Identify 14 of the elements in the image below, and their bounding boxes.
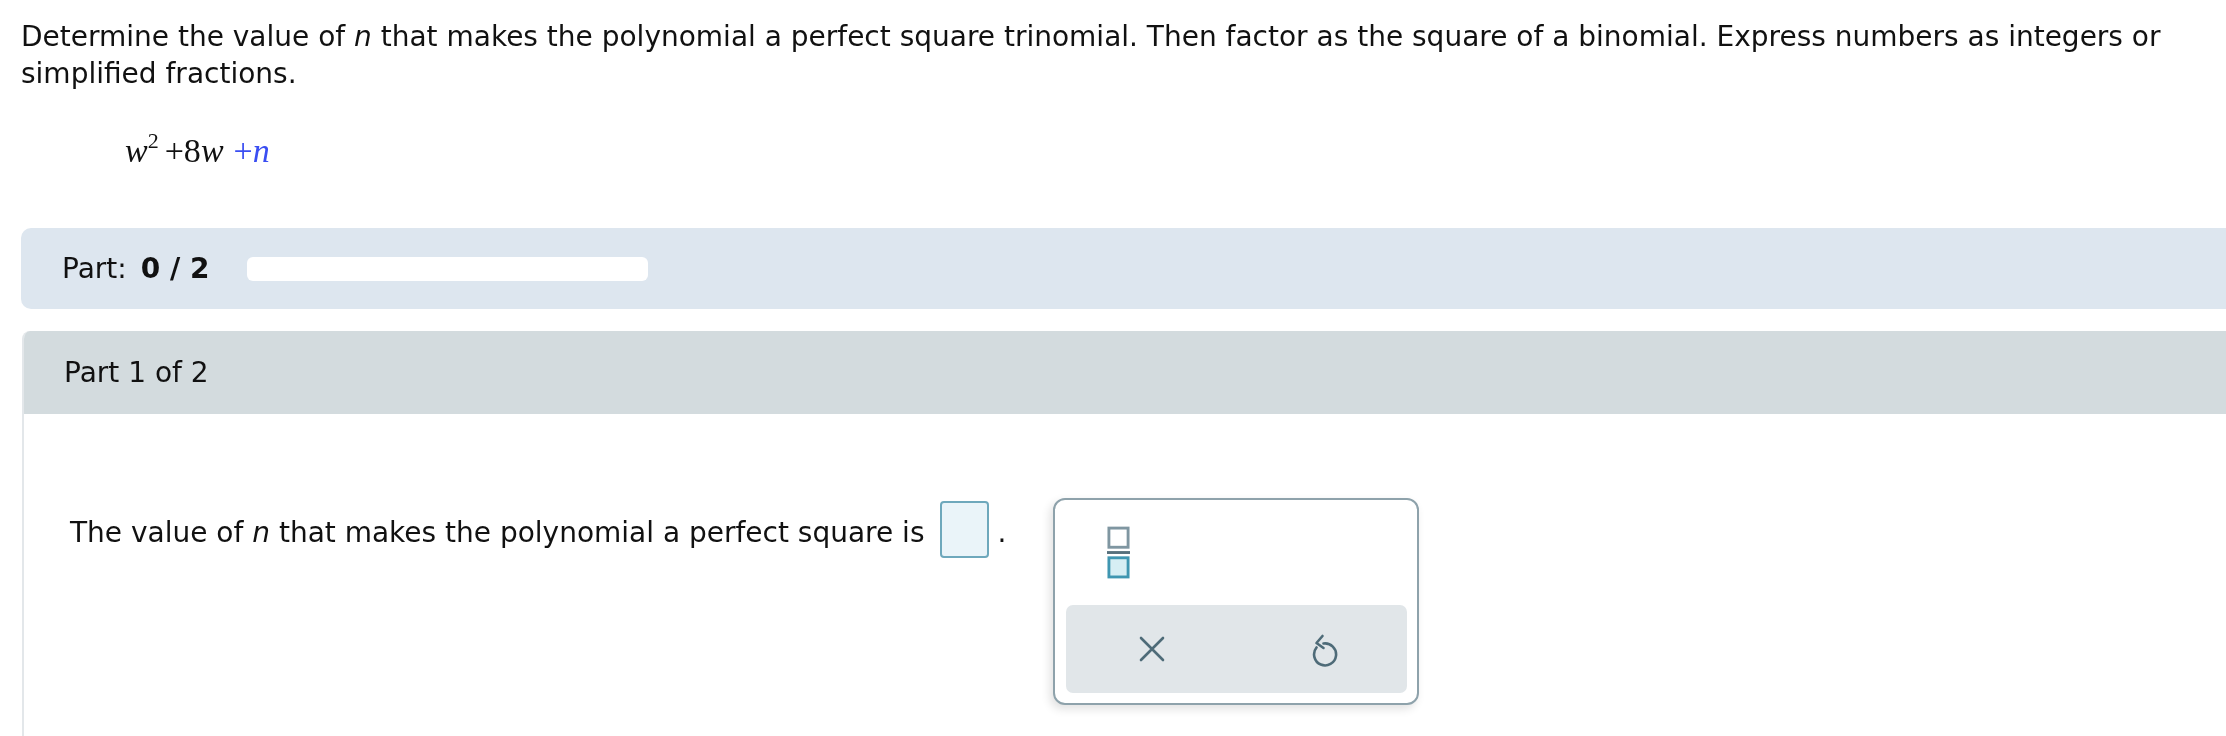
fraction-icon <box>1107 525 1131 581</box>
fraction-button[interactable] <box>1107 525 1131 581</box>
prompt-text: The value of n that makes the polynomial a perfect square is <box>70 515 925 551</box>
question-text: Determine the value of n that makes the polynomial a perfect square trinomial. Then factor as the square of a binomial. Express numbers as integers or simplified fractions. <box>21 19 2162 92</box>
progress-count: 0 / 2 <box>140 252 210 285</box>
x-icon <box>1139 636 1166 662</box>
undo-icon <box>1310 634 1339 668</box>
part-title: Part 1 of 2 <box>64 356 209 389</box>
clear-button[interactable] <box>1139 636 1166 662</box>
polynomial-expression: w$^{2}$ +8w +n <box>125 130 270 171</box>
undo-button[interactable] <box>1310 634 1339 668</box>
answer-box[interactable] <box>939 501 989 558</box>
progress-label: Part: <box>62 252 127 285</box>
prompt-text: . <box>997 515 1007 551</box>
